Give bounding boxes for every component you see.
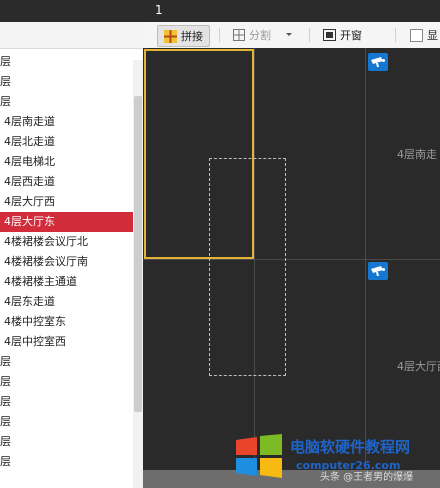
tree-item-label: 层 — [0, 95, 11, 108]
splice-button[interactable]: 拼接 — [157, 25, 210, 47]
windows-logo-icon — [236, 434, 282, 478]
toolbar-divider — [309, 28, 310, 42]
tree-item-label: 4层大厅西 — [4, 195, 55, 208]
checkbox-box[interactable] — [410, 28, 423, 42]
tree-item-label: 4层中控室西 — [4, 335, 66, 348]
split-grid-icon — [233, 29, 245, 41]
tree-item[interactable]: 4楼裙楼主通道 — [0, 272, 133, 292]
tree-item[interactable]: 层 — [0, 92, 133, 112]
tree-item[interactable]: 层 — [0, 52, 133, 72]
camera-icon — [368, 53, 388, 71]
open-window-icon — [323, 29, 336, 41]
camera-icon — [368, 262, 388, 280]
open-window-label: 开窗 — [340, 29, 362, 42]
tree-item[interactable]: 4楼裙楼会议厅南 — [0, 252, 133, 272]
tree-item-label: 层 — [0, 435, 11, 448]
tree-item[interactable]: 层 — [0, 352, 133, 372]
tree-item-label: 4层电梯北 — [4, 155, 55, 168]
tree-item[interactable]: 4楼中控室东 — [0, 312, 133, 332]
tree-item[interactable]: 4楼裙楼会议厅北 — [0, 232, 133, 252]
wall-toolbar: 拼接 分割 开窗 显 — [143, 22, 440, 49]
tree-item-label: 层 — [0, 415, 11, 428]
tree-item-label: 4层西走道 — [4, 175, 55, 188]
splice-icon — [164, 29, 177, 43]
toolbar-divider — [395, 28, 396, 42]
display-label: 显 — [427, 29, 438, 42]
tree-item-label: 层 — [0, 395, 11, 408]
tree-scrollbar-thumb[interactable] — [134, 96, 142, 412]
title-bar: 1 — [0, 0, 440, 22]
tree-item[interactable]: 层 — [0, 72, 133, 92]
tree-item[interactable]: 4层电梯北 — [0, 152, 133, 172]
wall-cell-label: 4层南走 — [397, 148, 437, 161]
screen-number: 1 — [155, 3, 163, 17]
tree-item-label: 4楼中控室东 — [4, 315, 66, 328]
tree-item[interactable]: 层 — [0, 392, 133, 412]
video-wall[interactable]: 4层南走 4层大厅西 — [143, 48, 440, 470]
tree-scrollbar[interactable] — [133, 60, 143, 488]
tree-item[interactable]: 4层北走道 — [0, 132, 133, 152]
tree-item-label: 4楼裙楼会议厅南 — [4, 255, 88, 268]
open-window-button[interactable]: 开窗 — [323, 25, 362, 45]
watermark-credit: 头条 @王者男的爆爆 — [320, 472, 414, 483]
watermark-title: 电脑软硬件教程网 — [290, 438, 411, 456]
tree-item[interactable]: 层 — [0, 452, 133, 472]
tree-item-label: 4层南走道 — [4, 115, 55, 128]
display-checkbox[interactable]: 显 — [410, 25, 438, 45]
tree-item-label: 4层大厅东 — [4, 215, 55, 228]
tree-item-label: 层 — [0, 55, 11, 68]
tree-item-selected[interactable]: 4层大厅东 — [0, 212, 133, 232]
dropdown-arrow-icon[interactable] — [285, 32, 293, 38]
tree-item[interactable]: 层 — [0, 372, 133, 392]
tree-item-label: 4楼裙楼会议厅北 — [4, 235, 88, 248]
tree-item-label: 4楼裙楼主通道 — [4, 275, 77, 288]
grid-line — [143, 259, 440, 260]
split-button[interactable]: 分割 — [233, 25, 293, 45]
tree-item[interactable]: 4层南走道 — [0, 112, 133, 132]
tree-item[interactable]: 4层中控室西 — [0, 332, 133, 352]
tree-item-label: 层 — [0, 455, 11, 468]
splice-label: 拼接 — [181, 30, 203, 43]
tree-item[interactable]: 4层东走道 — [0, 292, 133, 312]
tree-item[interactable]: 层 — [0, 432, 133, 452]
tree-item[interactable]: 4层大厅西 — [0, 192, 133, 212]
tree-item-label: 层 — [0, 75, 11, 88]
watermark: 电脑软硬件教程网 computer26.com 头条 @王者男的爆爆 — [234, 432, 440, 488]
split-label: 分割 — [249, 29, 271, 42]
tree-item-label: 层 — [0, 375, 11, 388]
tree-item[interactable]: 层 — [0, 412, 133, 432]
camera-tree-panel: 层 层 层 4层南走道 4层北走道 4层电梯北 4层西走道 4层大厅西 4层大厅… — [0, 22, 144, 488]
tree-item-label: 4层北走道 — [4, 135, 55, 148]
toolbar-divider — [219, 28, 220, 42]
tree-item-label: 4层东走道 — [4, 295, 55, 308]
tree-item-label: 层 — [0, 355, 11, 368]
tree-item[interactable]: 4层西走道 — [0, 172, 133, 192]
window-drag-rectangle[interactable] — [209, 158, 286, 376]
wall-cell-label: 4层大厅西 — [397, 360, 440, 373]
tree-header — [0, 22, 143, 49]
